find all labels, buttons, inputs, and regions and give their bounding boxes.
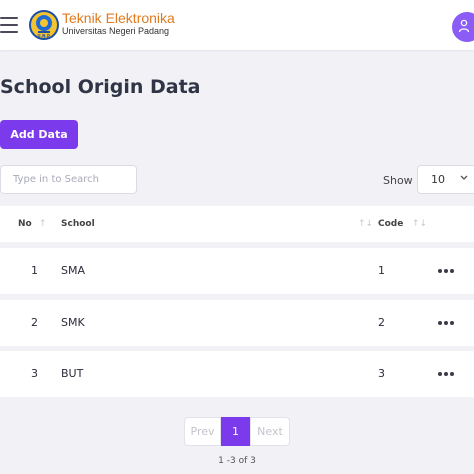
chevron-down-icon [460,175,468,180]
cell-no: 2 [31,316,38,329]
user-avatar[interactable] [452,12,474,42]
cell-school: SMA [61,264,85,277]
logo-text: U.N.P. [37,34,51,39]
brand-subtitle: Universitas Negeri Padang [62,26,170,36]
page-title: School Origin Data [0,76,201,98]
more-icon[interactable] [438,372,454,376]
brand: Teknik Elektronika Universitas Negeri Pa… [62,11,175,37]
cell-code: 3 [378,367,385,380]
column-header-no[interactable]: No [18,219,32,229]
add-data-button[interactable]: Add Data [0,120,78,149]
table-header: No ↑ School ↑↓ Code ↑↓ [0,206,474,242]
next-page-button[interactable]: Next [250,417,290,446]
column-header-code[interactable]: Code [378,219,403,229]
top-bar: U.N.P. Teknik Elektronika Universitas Ne… [0,0,474,50]
search-input[interactable] [0,165,137,194]
pagination-summary: 1 -3 of 3 [218,456,256,466]
cell-code: 2 [378,316,385,329]
sort-icon[interactable]: ↑↓ [358,219,373,229]
university-logo: U.N.P. [29,10,59,40]
user-icon [458,19,470,33]
prev-page-button[interactable]: Prev [184,417,221,446]
show-label: Show [383,174,413,187]
sort-icon[interactable]: ↑↓ [412,219,427,229]
brand-title: Teknik Elektronika [62,10,175,26]
page-size-select[interactable]: 10 [417,165,474,194]
table-row: 1 SMA 1 [0,248,474,294]
menu-icon[interactable] [0,16,18,34]
more-icon[interactable] [438,269,454,273]
cell-code: 1 [378,264,385,277]
page-size-value: 10 [431,173,445,186]
cell-school: SMK [61,316,85,329]
table-row: 2 SMK 2 [0,300,474,346]
cell-no: 1 [31,264,38,277]
table-row: 3 BUT 3 [0,351,474,397]
page-1-button[interactable]: 1 [221,417,250,446]
sort-icon[interactable]: ↑ [39,219,47,229]
more-icon[interactable] [438,321,454,325]
cell-no: 3 [31,367,38,380]
cell-school: BUT [61,367,84,380]
column-header-school[interactable]: School [61,219,95,229]
